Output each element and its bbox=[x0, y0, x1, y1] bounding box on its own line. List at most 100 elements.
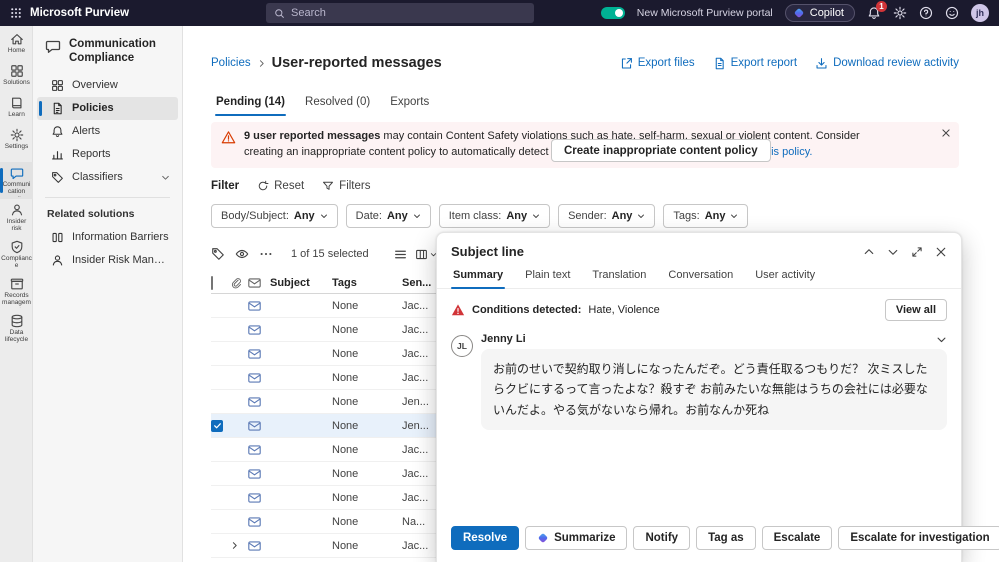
table-row[interactable]: None Jac... bbox=[211, 294, 437, 318]
summarize-button[interactable]: Summarize bbox=[525, 526, 628, 550]
table-row-selected[interactable]: None Jen... bbox=[211, 414, 437, 438]
tab-exports[interactable]: Exports bbox=[385, 96, 434, 116]
new-portal-toggle[interactable] bbox=[600, 7, 625, 19]
column-sender[interactable]: Sen... bbox=[402, 277, 437, 289]
feedback-icon[interactable] bbox=[945, 6, 959, 20]
page-title: User-reported messages bbox=[271, 55, 442, 71]
table-row[interactable]: None Jen... bbox=[211, 390, 437, 414]
table-row[interactable]: None Jac... bbox=[211, 438, 437, 462]
collapse-message-icon[interactable] bbox=[936, 334, 947, 345]
expand-panel-icon[interactable] bbox=[911, 246, 923, 258]
search-input[interactable] bbox=[291, 7, 526, 19]
home-icon bbox=[10, 32, 24, 46]
reset-icon bbox=[258, 180, 269, 191]
rail-item-home[interactable]: Home bbox=[0, 28, 33, 60]
table-row[interactable]: None Jac... bbox=[211, 486, 437, 510]
table-row[interactable]: None Jac... bbox=[211, 534, 437, 558]
previous-item-icon[interactable] bbox=[863, 246, 875, 258]
breadcrumb-policies-link[interactable]: Policies bbox=[211, 57, 251, 69]
sender-name: Jenny Li bbox=[481, 333, 526, 345]
create-inappropriate-content-policy-button[interactable]: Create inappropriate content policy bbox=[551, 139, 771, 162]
rail-item-learn[interactable]: Learn bbox=[0, 92, 33, 124]
tab-translation[interactable]: Translation bbox=[590, 266, 648, 288]
expand-row-icon[interactable] bbox=[230, 541, 248, 550]
sidebar-item-overview[interactable]: Overview bbox=[37, 74, 178, 97]
tab-conversation[interactable]: Conversation bbox=[666, 266, 735, 288]
rail-item-data-lifecycle[interactable]: Data lifecycle management bbox=[0, 310, 33, 347]
rail-item-label: Home bbox=[7, 47, 26, 54]
filter-pill-sender[interactable]: Sender: Any bbox=[558, 204, 656, 228]
filter-pill-tags[interactable]: Tags: Any bbox=[663, 204, 749, 228]
tab-pending[interactable]: Pending (14) bbox=[211, 96, 290, 116]
read-status-eye-icon[interactable] bbox=[235, 247, 249, 261]
table-row[interactable]: None Na... bbox=[211, 510, 437, 534]
rail-item-settings[interactable]: Settings bbox=[0, 124, 33, 156]
sidebar-item-classifiers[interactable]: Classifiers bbox=[37, 166, 178, 189]
notify-button[interactable]: Notify bbox=[633, 526, 691, 550]
choose-columns-icon[interactable] bbox=[415, 248, 437, 261]
person-icon bbox=[10, 203, 24, 217]
column-subject[interactable]: Subject bbox=[270, 277, 332, 289]
column-tags[interactable]: Tags bbox=[332, 277, 402, 289]
help-icon[interactable] bbox=[919, 6, 933, 20]
chevron-right-icon bbox=[257, 59, 266, 68]
sidebar-item-label: Overview bbox=[72, 79, 118, 92]
cell-sender: Na... bbox=[402, 515, 426, 528]
close-icon[interactable] bbox=[941, 128, 951, 138]
copilot-button[interactable]: Copilot bbox=[784, 4, 855, 22]
cell-tags: None bbox=[332, 323, 359, 336]
download-review-activity-button[interactable]: Download review activity bbox=[815, 57, 959, 70]
account-avatar[interactable]: jh bbox=[971, 4, 989, 22]
chevron-down-icon bbox=[413, 214, 420, 218]
chevron-down-icon[interactable] bbox=[161, 173, 170, 182]
table-row[interactable]: None Jac... bbox=[211, 342, 437, 366]
reset-button[interactable]: Reset bbox=[257, 180, 304, 192]
notifications-bell-icon[interactable]: 1 bbox=[867, 1, 887, 20]
tab-resolved[interactable]: Resolved (0) bbox=[300, 96, 375, 116]
message-body: お前のせいで契約取り消しになったんだぞ。どう責任取るつもりだ？ 次ミスしたらクビ… bbox=[481, 349, 947, 431]
export-report-button[interactable]: Export report bbox=[713, 57, 797, 70]
tag-as-button[interactable]: Tag as bbox=[696, 526, 756, 550]
tag-action-icon[interactable] bbox=[211, 247, 225, 261]
rail-item-solutions[interactable]: Solutions bbox=[0, 60, 33, 92]
search-box[interactable] bbox=[266, 3, 534, 23]
table-row[interactable]: None Jac... bbox=[211, 462, 437, 486]
sidebar-item-reports[interactable]: Reports bbox=[37, 143, 178, 166]
resolve-button[interactable]: Resolve bbox=[451, 526, 520, 550]
filter-pill-item-class[interactable]: Item class: Any bbox=[438, 204, 551, 228]
group-list-icon[interactable] bbox=[394, 248, 407, 261]
next-item-icon[interactable] bbox=[887, 246, 899, 258]
close-panel-icon[interactable] bbox=[935, 246, 947, 258]
export-files-button[interactable]: Export files bbox=[620, 57, 695, 70]
more-actions-icon[interactable] bbox=[259, 247, 273, 261]
summarize-label: Summarize bbox=[554, 532, 616, 544]
settings-gear-icon[interactable] bbox=[893, 6, 907, 20]
tab-plain-text[interactable]: Plain text bbox=[523, 266, 572, 288]
table-row[interactable]: None Jac... bbox=[211, 366, 437, 390]
warning-triangle-icon bbox=[451, 303, 465, 317]
escalate-for-investigation-button[interactable]: Escalate for investigation bbox=[838, 526, 999, 550]
rail-item-compliance-manager[interactable]: Compliance manager bbox=[0, 236, 33, 273]
tab-user-activity[interactable]: User activity bbox=[753, 266, 817, 288]
sidebar-item-insider-risk-management[interactable]: Insider Risk Management bbox=[37, 249, 178, 272]
mail-icon bbox=[248, 300, 270, 311]
filters-button[interactable]: Filters bbox=[322, 180, 370, 192]
table-row[interactable]: None Jac... bbox=[211, 318, 437, 342]
sidebar-item-information-barriers[interactable]: Information Barriers bbox=[37, 226, 178, 249]
rail-item-records-management[interactable]: Records management bbox=[0, 273, 33, 310]
app-launcher-icon[interactable] bbox=[10, 7, 22, 19]
row-checkbox[interactable] bbox=[211, 419, 230, 432]
rail-item-insider-risk[interactable]: Insider risk management bbox=[0, 199, 33, 236]
sidebar-item-alerts[interactable]: Alerts bbox=[37, 120, 178, 143]
sidebar-item-policies[interactable]: Policies bbox=[37, 96, 178, 120]
tab-summary[interactable]: Summary bbox=[451, 266, 506, 289]
bar-chart-icon bbox=[51, 148, 64, 161]
filter-pill-body-subject[interactable]: Body/Subject: Any bbox=[211, 204, 338, 228]
rail-item-communication-compliance[interactable]: Communication compliance bbox=[0, 162, 33, 199]
filter-pill-date[interactable]: Date: Any bbox=[345, 204, 431, 228]
cell-tags: None bbox=[332, 467, 359, 480]
select-all-checkbox[interactable] bbox=[211, 275, 230, 290]
escalate-button[interactable]: Escalate bbox=[761, 526, 833, 550]
view-all-button[interactable]: View all bbox=[884, 299, 947, 321]
detail-actions: Resolve Summarize Notify Tag as Escalate… bbox=[437, 516, 999, 562]
